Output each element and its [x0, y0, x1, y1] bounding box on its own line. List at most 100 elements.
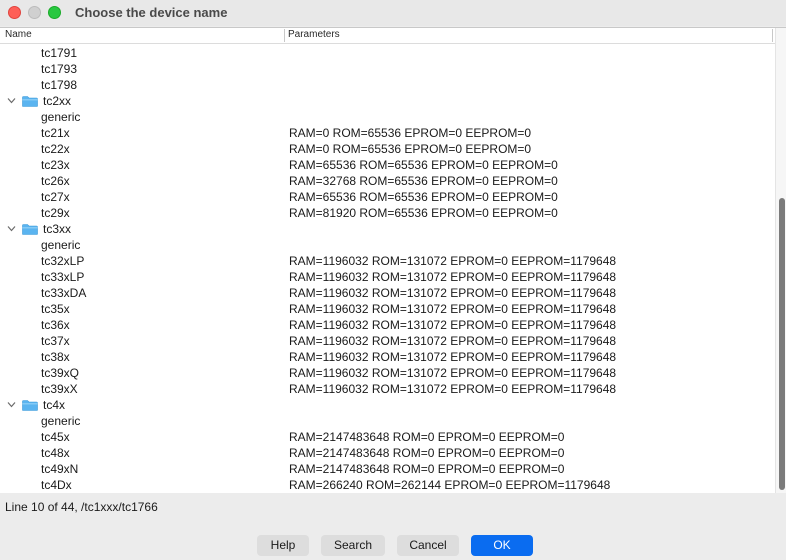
table-row[interactable]: tc23x RAM=65536 ROM=65536 EPROM=0 EEPROM=… [0, 157, 775, 173]
chevron-down-icon[interactable] [7, 400, 16, 409]
column-divider[interactable] [284, 29, 285, 42]
parameters-cell: RAM=266240 ROM=262144 EPROM=0 EEPROM=117… [289, 478, 611, 492]
parameters-cell: RAM=1196032 ROM=131072 EPROM=0 EEPROM=11… [289, 350, 617, 364]
device-name-cell: generic [41, 110, 81, 124]
device-name-cell: tc39xQ [41, 366, 80, 380]
table-row[interactable]: tc48x RAM=2147483648 ROM=0 EPROM=0 EEPROM… [0, 445, 775, 461]
device-name-cell: tc1791 [41, 46, 78, 60]
parameters-cell: RAM=1196032 ROM=131072 EPROM=0 EEPROM=11… [289, 254, 617, 268]
device-name-cell: tc26x [41, 174, 70, 188]
parameters-cell: RAM=1196032 ROM=131072 EPROM=0 EEPROM=11… [289, 270, 617, 284]
device-name-cell: tc36x [41, 318, 70, 332]
table-row[interactable]: generic [0, 413, 775, 429]
cancel-button[interactable]: Cancel [397, 535, 459, 556]
column-header-name[interactable]: Name [5, 29, 32, 40]
device-name-cell: tc1793 [41, 62, 78, 76]
table-row[interactable]: tc27x RAM=65536 ROM=65536 EPROM=0 EEPROM=… [0, 189, 775, 205]
device-name-cell: tc4Dx [41, 478, 72, 492]
table-body: tc1791 tc1793 tc1798 tc2xx generic tc21x RAM=0… [0, 45, 775, 493]
table-row[interactable]: tc1798 [0, 77, 775, 93]
search-button[interactable]: Search [321, 535, 385, 556]
device-name-cell: tc1798 [41, 78, 78, 92]
parameters-cell: RAM=1196032 ROM=131072 EPROM=0 EEPROM=11… [289, 366, 617, 380]
status-line: Line 10 of 44, /tc1xxx/tc1766 [5, 500, 158, 514]
table-row[interactable]: tc33xDA RAM=1196032 ROM=131072 EPROM=0 EE… [0, 285, 775, 301]
table-row[interactable]: tc38x RAM=1196032 ROM=131072 EPROM=0 EEPR… [0, 349, 775, 365]
device-name-cell: tc21x [41, 126, 70, 140]
parameters-cell: RAM=81920 ROM=65536 EPROM=0 EEPROM=0 [289, 206, 558, 220]
parameters-cell: RAM=2147483648 ROM=0 EPROM=0 EEPROM=0 [289, 446, 565, 460]
scrollbar-thumb[interactable] [779, 198, 785, 490]
parameters-cell: RAM=65536 ROM=65536 EPROM=0 EEPROM=0 [289, 158, 558, 172]
tree-group-row[interactable]: tc3xx [0, 221, 775, 237]
table-row[interactable]: tc36x RAM=1196032 ROM=131072 EPROM=0 EEPR… [0, 317, 775, 333]
parameters-cell: RAM=1196032 ROM=131072 EPROM=0 EEPROM=11… [289, 318, 617, 332]
parameters-cell: RAM=1196032 ROM=131072 EPROM=0 EEPROM=11… [289, 382, 617, 396]
device-name-cell: tc29x [41, 206, 70, 220]
table-row[interactable]: tc33xLP RAM=1196032 ROM=131072 EPROM=0 EE… [0, 269, 775, 285]
device-name-cell: tc48x [41, 446, 70, 460]
device-name-cell: tc27x [41, 190, 70, 204]
tree-group-row[interactable]: tc4x [0, 397, 775, 413]
parameters-cell: RAM=1196032 ROM=131072 EPROM=0 EEPROM=11… [289, 286, 617, 300]
table-row[interactable]: tc1791 [0, 45, 775, 61]
chevron-down-icon[interactable] [7, 96, 16, 105]
chevron-down-icon[interactable] [7, 224, 16, 233]
device-name-cell: tc39xX [41, 382, 78, 396]
device-name-cell: tc49xN [41, 462, 79, 476]
table-row[interactable]: tc32xLP RAM=1196032 ROM=131072 EPROM=0 EE… [0, 253, 775, 269]
parameters-cell: RAM=65536 ROM=65536 EPROM=0 EEPROM=0 [289, 190, 558, 204]
table-row[interactable]: tc35x RAM=1196032 ROM=131072 EPROM=0 EEPR… [0, 301, 775, 317]
device-name-cell: tc37x [41, 334, 70, 348]
table-row[interactable]: tc26x RAM=32768 ROM=65536 EPROM=0 EEPROM=… [0, 173, 775, 189]
table-row[interactable]: tc22x RAM=0 ROM=65536 EPROM=0 EEPROM=0 [0, 141, 775, 157]
table-row[interactable]: tc21x RAM=0 ROM=65536 EPROM=0 EEPROM=0 [0, 125, 775, 141]
parameters-cell: RAM=0 ROM=65536 EPROM=0 EEPROM=0 [289, 142, 532, 156]
device-name-cell: tc35x [41, 302, 70, 316]
zoom-window-button[interactable] [48, 6, 61, 19]
table-row[interactable]: tc45x RAM=2147483648 ROM=0 EPROM=0 EEPROM… [0, 429, 775, 445]
column-header-parameters[interactable]: Parameters [288, 29, 340, 40]
parameters-cell: RAM=0 ROM=65536 EPROM=0 EEPROM=0 [289, 126, 532, 140]
title-bar: Choose the device name [0, 0, 786, 26]
close-window-button[interactable] [8, 6, 21, 19]
device-name-cell: generic [41, 238, 81, 252]
parameters-cell: RAM=2147483648 ROM=0 EPROM=0 EEPROM=0 [289, 430, 565, 444]
ok-button[interactable]: OK [471, 535, 533, 556]
table-row[interactable]: generic [0, 109, 775, 125]
table-row[interactable]: tc37x RAM=1196032 ROM=131072 EPROM=0 EEPR… [0, 333, 775, 349]
device-name-cell: tc23x [41, 158, 70, 172]
table-row[interactable]: generic [0, 237, 775, 253]
device-table[interactable]: Name Parameters tc1791 tc1793 tc1798 tc2xx g… [0, 27, 786, 493]
device-name-cell: tc38x [41, 350, 70, 364]
column-divider [772, 29, 773, 42]
device-name-cell: tc3xx [43, 222, 72, 236]
help-button[interactable]: Help [257, 535, 309, 556]
device-name-cell: tc33xDA [41, 286, 87, 300]
table-row[interactable]: tc39xX RAM=1196032 ROM=131072 EPROM=0 EEP… [0, 381, 775, 397]
minimize-window-button[interactable] [28, 6, 41, 19]
folder-icon [22, 400, 38, 411]
table-row[interactable]: tc4Dx RAM=266240 ROM=262144 EPROM=0 EEPRO… [0, 477, 775, 493]
parameters-cell: RAM=32768 ROM=65536 EPROM=0 EEPROM=0 [289, 174, 558, 188]
table-header: Name Parameters [0, 28, 775, 44]
table-row[interactable]: tc39xQ RAM=1196032 ROM=131072 EPROM=0 EEP… [0, 365, 775, 381]
folder-icon [22, 96, 38, 107]
device-name-cell: tc22x [41, 142, 70, 156]
window-title: Choose the device name [75, 5, 228, 20]
device-name-cell: tc32xLP [41, 254, 85, 268]
parameters-cell: RAM=1196032 ROM=131072 EPROM=0 EEPROM=11… [289, 302, 617, 316]
device-name-cell: tc2xx [43, 94, 72, 108]
table-row[interactable]: tc49xN RAM=2147483648 ROM=0 EPROM=0 EEPRO… [0, 461, 775, 477]
tree-group-row[interactable]: tc2xx [0, 93, 775, 109]
table-row[interactable]: tc1793 [0, 61, 775, 77]
parameters-cell: RAM=1196032 ROM=131072 EPROM=0 EEPROM=11… [289, 334, 617, 348]
device-name-cell: generic [41, 414, 81, 428]
device-name-cell: tc33xLP [41, 270, 85, 284]
table-row[interactable]: tc29x RAM=81920 ROM=65536 EPROM=0 EEPROM=… [0, 205, 775, 221]
vertical-scrollbar[interactable] [775, 28, 786, 493]
parameters-cell: RAM=2147483648 ROM=0 EPROM=0 EEPROM=0 [289, 462, 565, 476]
folder-icon [22, 224, 38, 235]
device-name-cell: tc45x [41, 430, 70, 444]
device-name-cell: tc4x [43, 398, 66, 412]
